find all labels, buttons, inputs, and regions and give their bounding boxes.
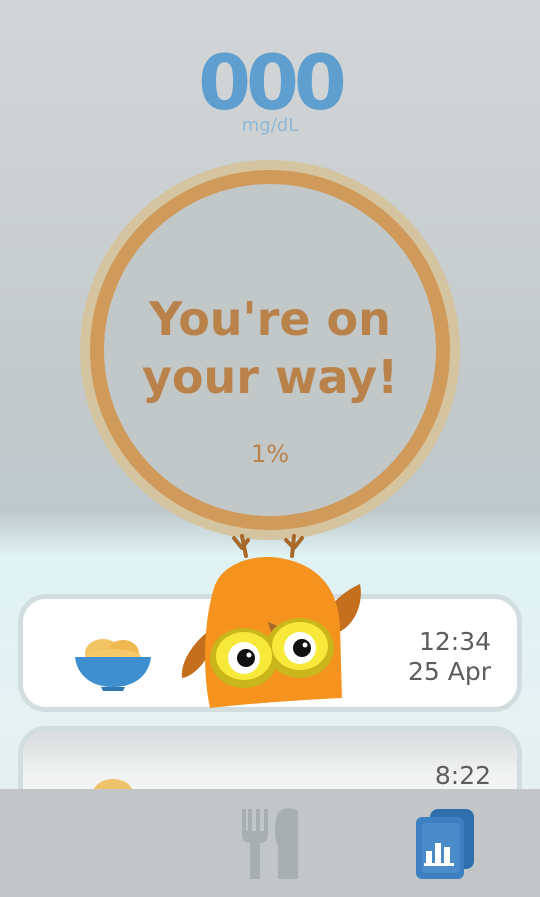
progress-message-line2: your way!	[141, 350, 399, 404]
entry-time: 12:34	[418, 627, 491, 656]
owl-mascot-icon	[181, 534, 361, 708]
progress-message-line1: You're on	[149, 292, 391, 346]
glucose-value: 000	[198, 38, 347, 127]
food-bowl-icon	[75, 639, 151, 691]
fork-knife-icon[interactable]	[238, 807, 302, 881]
entry-timestamp: 8:22	[435, 761, 491, 791]
entry-time: 8:22	[434, 761, 491, 790]
glucose-reading: 000 mg/dL	[0, 40, 540, 136]
report-book-icon[interactable]	[412, 807, 478, 881]
entry-date: 25 Apr	[407, 657, 491, 686]
glucose-unit: mg/dL	[241, 115, 299, 136]
progress-percent: 1%	[250, 440, 290, 468]
entry-timestamp: 12:34 25 Apr	[408, 627, 491, 687]
progress-message: You're on your way!	[104, 290, 436, 406]
